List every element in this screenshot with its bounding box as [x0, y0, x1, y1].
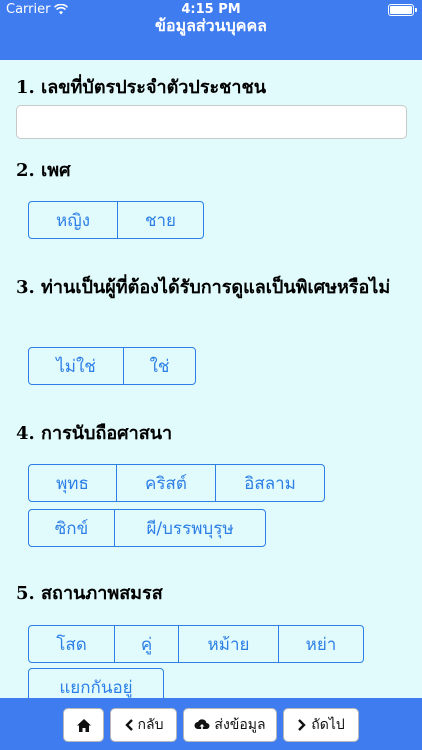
cloud-upload-icon [194, 719, 210, 731]
religion-segment-row2: ซิกข์ ผี/บรรพบุรุษ [28, 509, 266, 547]
religion-option-sikh[interactable]: ซิกข์ [28, 509, 115, 547]
send-data-button[interactable]: ส่งข้อมูล [183, 708, 277, 742]
send-data-label: ส่งข้อมูล [214, 717, 266, 733]
question-marital-status: 5. สถานภาพสมรส [16, 583, 163, 604]
special-care-option-yes[interactable]: ใช่ [123, 347, 196, 385]
header-bar: Carrier 4:15 PM ข้อมูลส่วนบุคคล [0, 0, 422, 60]
gender-option-male[interactable]: ชาย [117, 201, 204, 239]
religion-option-buddhism[interactable]: พุทธ [28, 464, 117, 502]
marital-option-single[interactable]: โสด [28, 625, 115, 663]
question-special-care: 3. ท่านเป็นผู้ที่ต้องได้รับการดูแลเป็นพิ… [16, 277, 391, 298]
special-care-segment: ไม่ใช่ ใช่ [28, 347, 196, 385]
gender-segment: หญิง ชาย [28, 201, 204, 239]
question-gender: 2. เพศ [16, 160, 71, 181]
marital-option-widowed[interactable]: หม้าย [178, 625, 279, 663]
question-religion: 4. การนับถือศาสนา [16, 423, 173, 444]
religion-option-ancestor[interactable]: ผี/บรรพบุรุษ [114, 509, 266, 547]
religion-segment-row1: พุทธ คริสต์ อิสลาม [28, 464, 325, 502]
special-care-option-no[interactable]: ไม่ใช่ [28, 347, 124, 385]
bottom-toolbar: กลับ ส่งข้อมูล ถัดไป [0, 698, 422, 750]
gender-option-female[interactable]: หญิง [28, 201, 118, 239]
religion-option-islam[interactable]: อิสลาม [215, 464, 325, 502]
chevron-right-icon [298, 719, 306, 731]
home-button[interactable] [63, 708, 104, 742]
next-label: ถัดไป [311, 717, 345, 733]
marital-option-married[interactable]: คู่ [114, 625, 179, 663]
question-id-card: 1. เลขที่บัตรประจำตัวประชาชน [16, 77, 267, 98]
marital-segment-row1: โสด คู่ หม้าย หย่า [28, 625, 364, 663]
home-icon [76, 718, 91, 732]
marital-option-divorced[interactable]: หย่า [278, 625, 364, 663]
page-title: ข้อมูลส่วนบุคคล [155, 16, 267, 35]
id-card-input[interactable] [16, 105, 407, 139]
religion-option-christianity[interactable]: คริสต์ [116, 464, 216, 502]
chevron-left-icon [124, 719, 133, 731]
next-button[interactable]: ถัดไป [283, 708, 359, 742]
back-label: กลับ [137, 717, 164, 733]
back-button[interactable]: กลับ [110, 708, 177, 742]
